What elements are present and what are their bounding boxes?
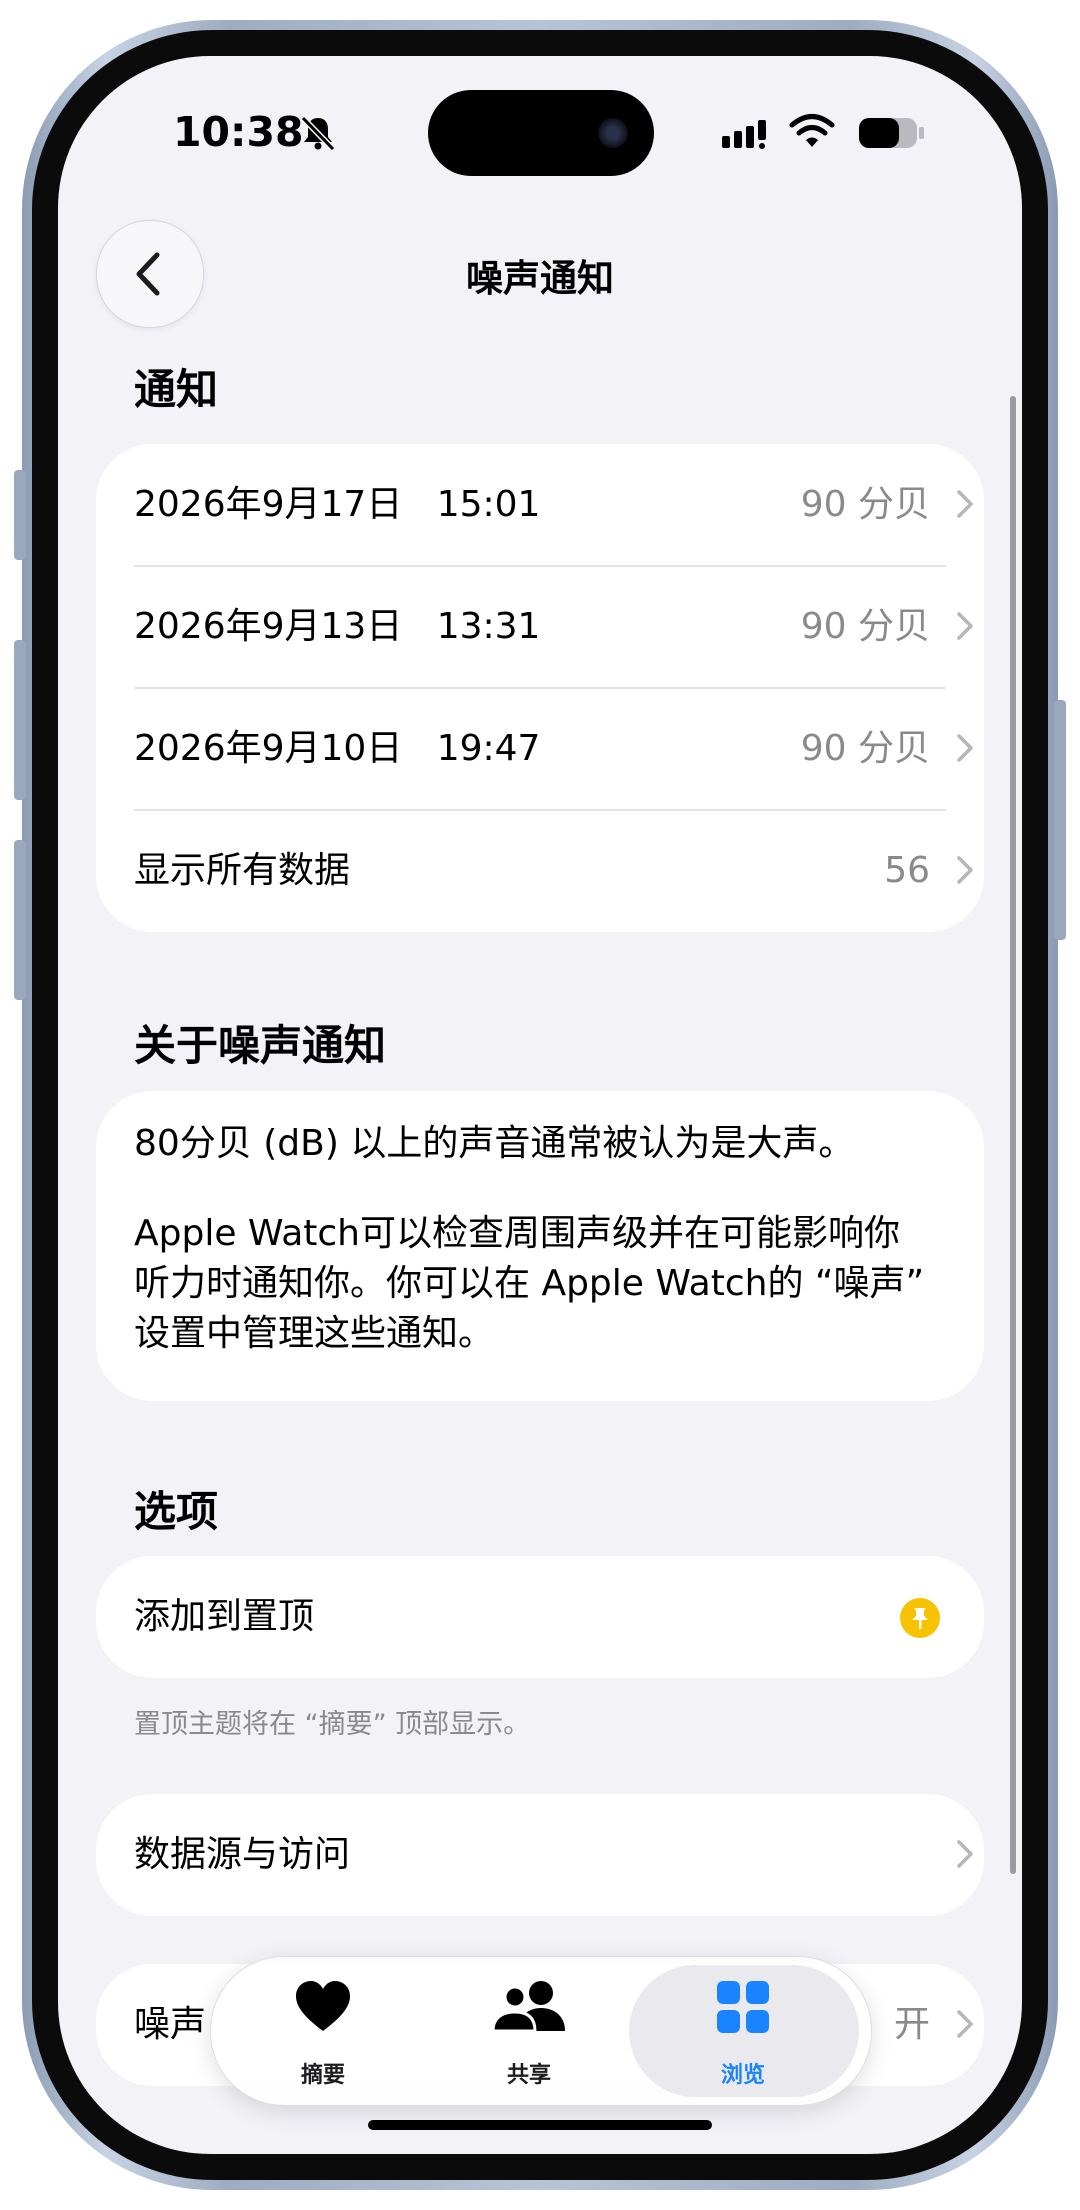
cellular-signal-icon [722, 120, 766, 149]
page-title: 噪声通知 [466, 257, 614, 300]
dynamic-island [428, 90, 654, 176]
chevron-right-icon [957, 856, 973, 884]
chevron-right-icon [957, 1840, 973, 1868]
section-header-about: 关于噪声通知 [134, 1021, 387, 1070]
noise-settings-value: 开 [893, 2004, 930, 2045]
tab-browse-label: 浏览 [720, 2063, 765, 2088]
status-time: 10:38 [173, 108, 304, 156]
notification-date: 2026年9月17日 15:01 [134, 484, 541, 525]
notification-level: 90 分贝 [800, 484, 930, 525]
add-to-pinned-label: 添加到置顶 [134, 1596, 315, 1637]
volume-down-button [14, 840, 26, 1000]
people-icon [491, 1981, 565, 2033]
tab-summary-label: 摘要 [300, 2063, 345, 2088]
tab-bar: 摘要 共享 浏览 [210, 1956, 872, 2106]
status-bar: 10:38 [58, 56, 1022, 206]
pin-card: 添加到置顶 [96, 1556, 984, 1678]
tab-summary[interactable]: 摘要 [223, 1957, 423, 2105]
grid-icon [717, 1981, 769, 2033]
data-sources-card: 数据源与访问 [96, 1794, 984, 1916]
chevron-right-icon [957, 612, 973, 640]
show-all-data-label: 显示所有数据 [134, 850, 351, 891]
bell-slash-icon [300, 115, 336, 152]
show-all-data-row[interactable]: 显示所有数据 56 [134, 810, 984, 932]
about-paragraph: Apple Watch可以检查周围声级并在可能影响你 听力时通知你。你可以在 A… [134, 1213, 925, 1354]
notification-row[interactable]: 2026年9月10日 19:47 90 分贝 [134, 688, 984, 810]
chevron-right-icon [957, 490, 973, 518]
tab-sharing[interactable]: 共享 [429, 1957, 629, 2105]
notification-row[interactable]: 2026年9月13日 13:31 90 分贝 [134, 566, 984, 688]
notification-row[interactable]: 2026年9月17日 15:01 90 分贝 [134, 444, 984, 566]
about-paragraph: 80分贝 (dB) 以上的声音通常被认为是大声。 [134, 1123, 855, 1164]
battery-icon [859, 118, 924, 148]
notification-date: 2026年9月10日 19:47 [134, 728, 541, 769]
scroll-indicator[interactable] [1010, 396, 1016, 1874]
camera-lens [598, 118, 628, 148]
noise-settings-label: 噪声 [134, 2004, 207, 2045]
notification-level: 90 分贝 [800, 606, 930, 647]
add-to-pinned-row[interactable]: 添加到置顶 [134, 1556, 984, 1678]
chevron-right-icon [957, 2010, 973, 2038]
data-sources-label: 数据源与访问 [134, 1834, 351, 1875]
screen: 10:38 噪声通知 通知 2026年9月17日 15:01 90 分贝 202… [58, 56, 1022, 2154]
about-card: 80分贝 (dB) 以上的声音通常被认为是大声。 Apple Watch可以检查… [96, 1091, 984, 1401]
notification-date: 2026年9月13日 13:31 [134, 606, 541, 647]
wifi-icon [789, 114, 835, 147]
show-all-data-count: 56 [884, 850, 930, 891]
volume-up-button [14, 640, 26, 800]
home-indicator[interactable] [368, 2120, 712, 2130]
heart-icon [296, 1981, 350, 2031]
pin-footnote: 置顶主题将在 “摘要” 顶部显示。 [134, 1709, 531, 1740]
tab-sharing-label: 共享 [506, 2063, 551, 2088]
section-header-notifications: 通知 [134, 365, 219, 414]
action-button [14, 470, 26, 560]
notifications-card: 2026年9月17日 15:01 90 分贝 2026年9月13日 13:31 … [96, 444, 984, 932]
chevron-right-icon [957, 734, 973, 762]
power-button [1054, 700, 1066, 940]
notification-level: 90 分贝 [800, 728, 930, 769]
pin-icon[interactable] [900, 1598, 940, 1638]
data-sources-row[interactable]: 数据源与访问 [134, 1794, 984, 1916]
tab-browse[interactable]: 浏览 [643, 1957, 843, 2105]
section-header-options: 选项 [134, 1487, 219, 1536]
